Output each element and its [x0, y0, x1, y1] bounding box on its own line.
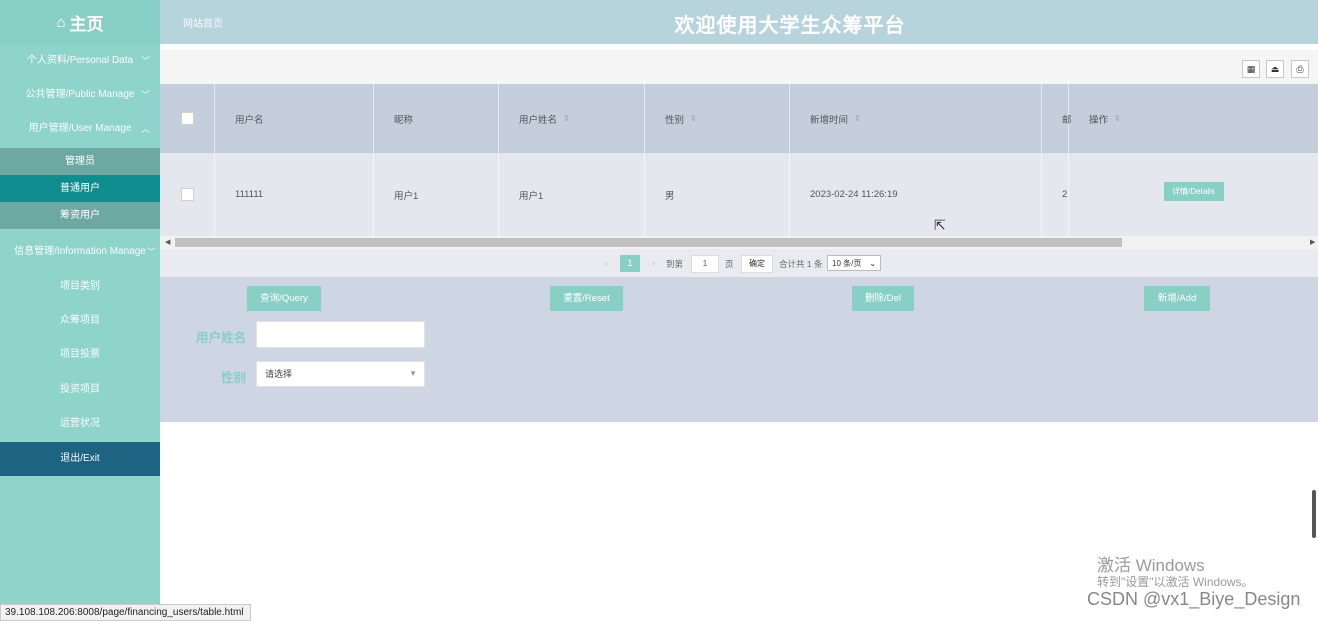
column-header-gender[interactable]: 性别 ⇕ — [645, 84, 790, 153]
sidebar-sub-admin[interactable]: 管理员 — [0, 148, 160, 175]
sort-icon[interactable]: ⇕ — [854, 114, 861, 123]
sidebar-item-label: 信息管理/Information Manage — [14, 246, 146, 257]
sidebar-sub-project-category[interactable]: 项目类别 — [0, 270, 160, 304]
status-url: 39.108.108.206:8008/page/financing_users… — [0, 604, 251, 621]
page-size-value: 10 条/页 — [832, 259, 862, 268]
table-toolbar: ▦ ⏏ ⎙ — [160, 50, 1318, 85]
chevron-down-icon: ▼ — [409, 369, 417, 378]
sidebar-item-label: 用户管理/User Manage — [28, 123, 132, 134]
sidebar-sub-project-voting[interactable]: 项目投票 — [0, 338, 160, 372]
edge-handle — [1312, 490, 1316, 538]
details-button[interactable]: 详情/Details — [1163, 182, 1224, 201]
gender-select[interactable]: 请选择 ▼ — [256, 361, 425, 387]
add-button[interactable]: 新增/Add — [1144, 286, 1210, 311]
sidebar-sub-normal-users[interactable]: 普通用户 — [0, 175, 160, 202]
gender-select-placeholder: 请选择 — [265, 369, 293, 379]
cell-username: 111111 — [215, 153, 374, 236]
cell-nickname: 用户1 — [374, 153, 499, 236]
sidebar-sub-financing-users[interactable]: 筹资用户 — [0, 202, 160, 229]
prev-page-icon[interactable]: ‹ — [605, 258, 608, 268]
page-title: 欢迎使用大学生众筹平台 — [674, 15, 906, 37]
horizontal-scrollbar[interactable]: ◀ ▶ — [160, 236, 1318, 249]
row-select-cell — [160, 153, 215, 236]
sidebar-sub-investment-projects[interactable]: 投资项目 — [0, 373, 160, 407]
column-header-created-time[interactable]: 新增时间 ⇕ — [790, 84, 1042, 153]
query-button[interactable]: 查询/Query — [247, 286, 321, 311]
sidebar-item-public-manage[interactable]: 公共管理/Public Manage ﹀ — [0, 78, 160, 112]
pagination: ‹ 1 › 到第 1 页 确定 合计共 1 条 10 条/页 ⌄ — [160, 249, 1318, 277]
column-header-label: 操作 — [1089, 114, 1109, 126]
column-header-extra[interactable]: 邮 — [1042, 84, 1072, 153]
home-button[interactable]: ⌂ 主页 — [0, 0, 160, 44]
reset-button[interactable]: 重置/Reset — [550, 286, 623, 311]
sidebar-item-label: 个人资料/Personal Data — [26, 55, 134, 66]
chevron-up-icon: ︿ — [140, 124, 150, 134]
select-all-cell — [160, 84, 215, 153]
goto-confirm-button[interactable]: 确定 — [741, 255, 773, 273]
column-header-actions: 操作 ⇕ — [1069, 84, 1318, 153]
sidebar-item-label: 公共管理/Public Manage — [25, 89, 135, 100]
sidebar: 个人资料/Personal Data ﹀ 公共管理/Public Manage … — [0, 44, 160, 619]
mouse-cursor-icon: ⇱ — [934, 217, 946, 233]
column-header-label: 新增时间 — [810, 114, 849, 126]
csdn-credit: CSDN @vx1_Biye_Design — [1087, 589, 1301, 609]
total-count: 合计共 1 条 — [779, 259, 823, 269]
sidebar-sub-operation-status[interactable]: 运营状况 — [0, 407, 160, 441]
column-header-username[interactable]: 用户名 — [215, 84, 374, 153]
goto-suffix: 页 — [725, 259, 734, 269]
column-header-label: 用户姓名 — [519, 114, 558, 126]
column-header-label: 用户名 — [235, 114, 264, 126]
delete-button[interactable]: 删除/Del — [852, 286, 914, 311]
sidebar-item-personal-data[interactable]: 个人资料/Personal Data ﹀ — [0, 44, 160, 78]
chevron-down-icon: ﹀ — [140, 90, 150, 100]
sidebar-item-information-manage[interactable]: 信息管理/Information Manage ﹀ — [0, 235, 160, 269]
export-icon[interactable]: ⏏ — [1266, 60, 1284, 78]
goto-page-input[interactable]: 1 — [691, 255, 719, 273]
cell-gender: 男 — [645, 153, 790, 236]
column-header-nickname[interactable]: 昵称 — [374, 84, 499, 153]
cell-realname: 用户1 — [499, 153, 645, 236]
page-number-current[interactable]: 1 — [620, 255, 640, 272]
sort-icon[interactable]: ⇕ — [690, 114, 697, 123]
sidebar-item-user-manage[interactable]: 用户管理/User Manage ︿ — [0, 112, 160, 146]
column-header-label: 性别 — [665, 114, 685, 126]
realname-input[interactable] — [256, 321, 425, 348]
cell-actions: 详情/Details — [1069, 153, 1318, 236]
scroll-left-icon[interactable]: ◀ — [165, 236, 170, 249]
chevron-down-icon: ⌄ — [869, 259, 876, 268]
search-panel: 查询/Query 重置/Reset 删除/Del 新增/Add 用户姓名 性别 … — [160, 277, 1318, 422]
column-header-realname[interactable]: 用户姓名 ⇕ — [499, 84, 645, 153]
sidebar-sub-crowdfunding-projects[interactable]: 众筹项目 — [0, 304, 160, 338]
row-checkbox[interactable] — [181, 188, 194, 201]
table-header: 用户名 昵称 用户姓名 ⇕ 性别 ⇕ 新增时间 ⇕ 邮 操作 ⇕ — [160, 84, 1318, 153]
page-size-select[interactable]: 10 条/页 ⌄ — [827, 255, 881, 271]
cell-created-time: 2023-02-24 11:26:19 — [790, 153, 1042, 236]
table-row: 111111 用户1 用户1 男 2023-02-24 11:26:19 2 详… — [160, 153, 1318, 236]
column-header-label: 昵称 — [394, 114, 414, 126]
home-icon: ⌂ — [56, 13, 66, 31]
select-all-checkbox[interactable] — [181, 112, 194, 125]
realname-label: 用户姓名 — [196, 331, 247, 345]
columns-filter-icon[interactable]: ▦ — [1242, 60, 1260, 78]
next-page-icon[interactable]: › — [652, 258, 655, 268]
sort-icon[interactable]: ⇕ — [1114, 114, 1121, 123]
sort-icon[interactable]: ⇕ — [563, 114, 570, 123]
goto-prefix: 到第 — [666, 259, 684, 269]
scroll-right-icon[interactable]: ▶ — [1310, 236, 1315, 249]
scrollbar-thumb[interactable] — [175, 238, 1122, 247]
chevron-down-icon: ﹀ — [146, 247, 156, 257]
data-table: 用户名 昵称 用户姓名 ⇕ 性别 ⇕ 新增时间 ⇕ 邮 操作 ⇕ 111111 … — [160, 84, 1318, 236]
chevron-down-icon: ﹀ — [140, 56, 150, 66]
gender-label: 性别 — [221, 371, 247, 385]
home-label: 主页 — [69, 14, 104, 34]
print-icon[interactable]: ⎙ — [1291, 60, 1309, 78]
exit-button[interactable]: 退出/Exit — [0, 442, 160, 476]
cell-extra: 2 — [1042, 153, 1069, 236]
top-header: ⌂ 主页 网站首页 欢迎使用大学生众筹平台 — [0, 0, 1318, 44]
activate-windows-hint: 转到"设置"以激活 Windows。 — [1097, 575, 1254, 589]
